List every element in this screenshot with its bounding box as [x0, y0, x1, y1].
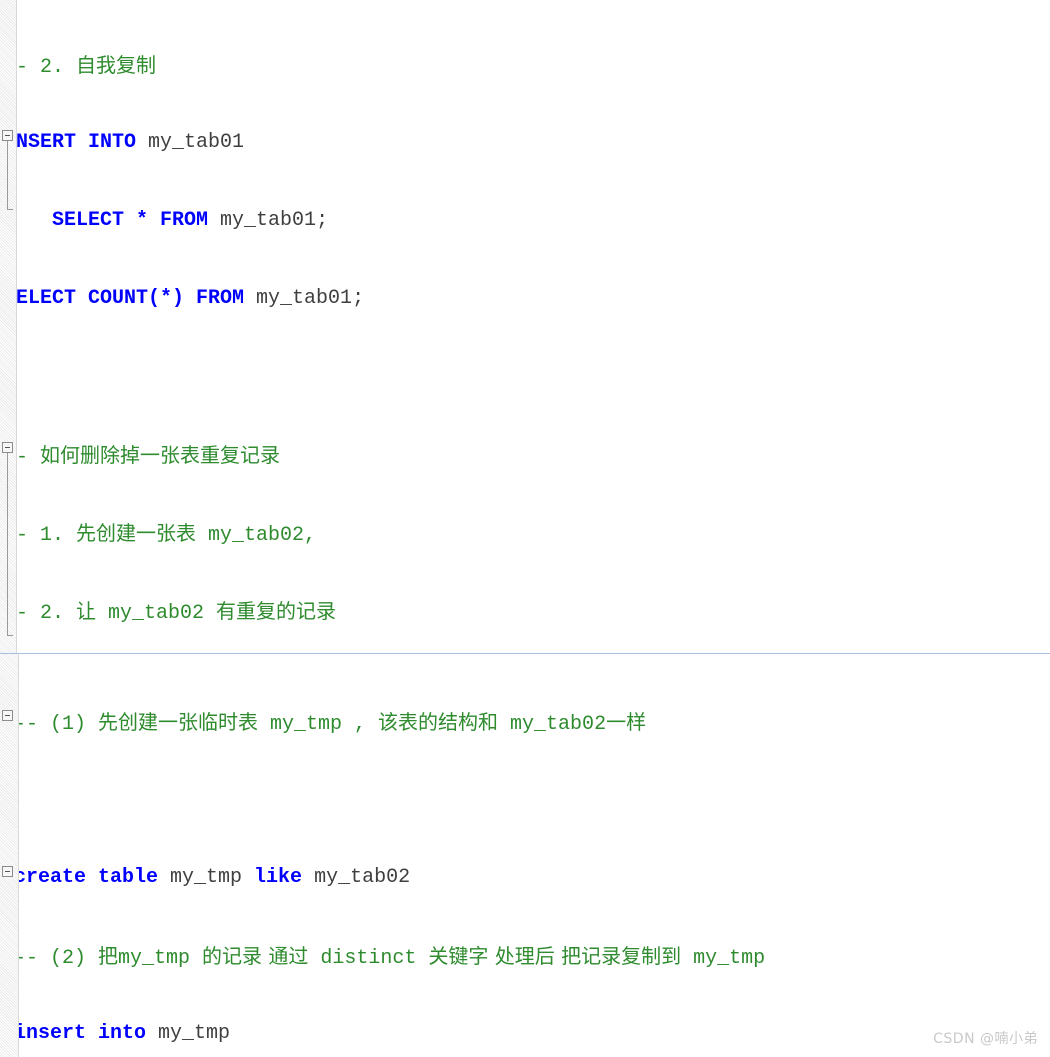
code-line: -- 如何删除掉一张表重复记录 — [4, 442, 1050, 469]
fold-range-foot-2 — [7, 635, 13, 636]
code-token: 让 — [76, 599, 97, 623]
fold-gutter-top[interactable] — [0, 0, 17, 653]
code-token: my_tmp — [681, 947, 766, 970]
fold-range-foot-1 — [7, 209, 13, 210]
code-token: SELECT COUNT(*) FROM — [4, 287, 257, 310]
code-token: insert into — [14, 1022, 159, 1045]
code-token: my_tmp , — [258, 713, 379, 736]
code-line: create table my_tmp like my_tab02 — [14, 865, 1050, 891]
code-token: distinct — [308, 947, 429, 970]
code-token: SELECT * FROM — [52, 209, 221, 232]
code-line: SELECT * FROM my_tab01; — [4, 208, 1050, 234]
code-token: 自我复制 — [76, 53, 157, 77]
code-token: 先创建一张表 — [76, 521, 197, 545]
code-line: insert into my_tmp — [14, 1021, 1050, 1047]
code-token: my_tab01 — [148, 131, 245, 154]
code-token: like — [254, 866, 315, 889]
code-line: SELECT COUNT(*) FROM my_tab01; — [4, 286, 1050, 312]
code-token: 把 — [98, 944, 119, 968]
code-token: my_tab02 — [498, 713, 607, 736]
code-token: -- (1) — [14, 713, 99, 736]
fold-gutter-bottom[interactable] — [0, 654, 19, 1057]
sql-editor-window: -- 2. 自我复制 INSERT INTO my_tab01 SELECT *… — [0, 0, 1050, 1057]
fold-toggle-comment-block[interactable] — [2, 130, 13, 141]
code-line: -- 1. 先创建一张表 my_tab02, — [4, 520, 1050, 547]
fold-range-line-1 — [7, 141, 8, 209]
fold-range-line-2 — [7, 453, 8, 635]
code-pane-bottom[interactable]: -- (1) 先创建一张临时表 my_tmp , 该表的结构和 my_tab02… — [0, 653, 1050, 1057]
code-token: 的记录 通过 — [202, 944, 309, 968]
code-token: INSERT INTO — [4, 131, 149, 154]
fold-toggle-statement-2[interactable] — [2, 866, 13, 877]
code-line: -- (2) 把my_tmp 的记录 通过 distinct 关键字 处理后 把… — [14, 943, 1050, 970]
fold-toggle-statement-1[interactable] — [2, 710, 13, 721]
code-pane-top[interactable]: -- 2. 自我复制 INSERT INTO my_tab01 SELECT *… — [0, 0, 1050, 653]
code-token: 该表的结构和 — [378, 710, 499, 734]
code-token: my_tab02 — [96, 602, 217, 625]
code-token: my_tmp — [118, 947, 203, 970]
code-token: my_tab02, — [196, 524, 317, 547]
code-token: my_tab01; — [220, 209, 329, 232]
code-token: 一样 — [606, 710, 647, 734]
fold-toggle-block-comment[interactable] — [2, 442, 13, 453]
code-token: 关键字 处理后 把记录复制到 — [428, 944, 682, 968]
code-line: INSERT INTO my_tab01 — [4, 130, 1050, 156]
code-text-top[interactable]: -- 2. 自我复制 INSERT INTO my_tab01 SELECT *… — [4, 0, 1050, 653]
code-token: 先创建一张临时表 — [98, 710, 259, 734]
code-token: my_tab02 — [314, 866, 411, 889]
code-token: my_tmp — [158, 1022, 231, 1045]
code-line: -- 2. 自我复制 — [4, 52, 1050, 79]
code-token: 如何删除掉一张表重复记录 — [40, 443, 281, 467]
code-line: -- (1) 先创建一张临时表 my_tmp , 该表的结构和 my_tab02… — [14, 709, 1050, 736]
code-token: -- (2) — [14, 947, 99, 970]
code-token: 有重复的记录 — [216, 599, 337, 623]
code-line: -- 2. 让 my_tab02 有重复的记录 — [4, 598, 1050, 625]
code-text-bottom[interactable]: -- (1) 先创建一张临时表 my_tmp , 该表的结构和 my_tab02… — [14, 657, 1050, 1057]
csdn-watermark: CSDN @喃小弟 — [933, 1031, 1038, 1047]
code-token: my_tmp — [170, 866, 255, 889]
code-token: my_tab01; — [256, 287, 365, 310]
code-token: create table — [14, 866, 171, 889]
